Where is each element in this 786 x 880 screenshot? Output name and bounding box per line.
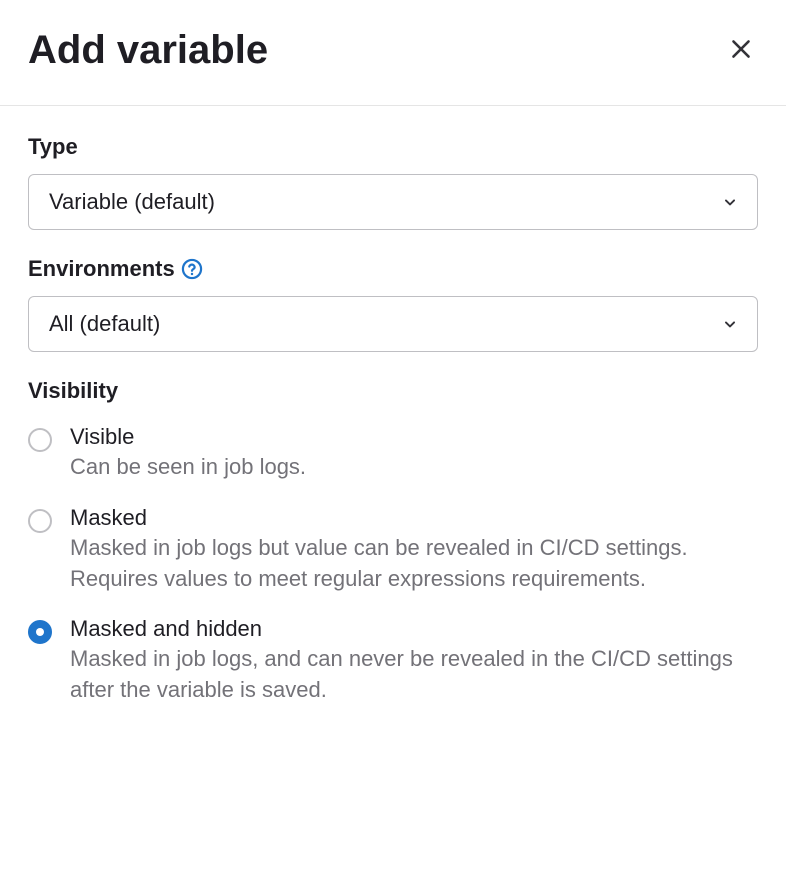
type-label: Type [28,134,758,160]
radio-content: Visible Can be seen in job logs. [70,424,758,483]
radio-description: Can be seen in job logs. [70,452,758,483]
visibility-label: Visibility [28,378,758,404]
visibility-option-visible[interactable]: Visible Can be seen in job logs. [28,424,758,483]
modal-body: Type Variable (default) Environments [0,106,786,760]
radio-icon [28,428,52,452]
visibility-field-group: Visibility Visible Can be seen in job lo… [28,378,758,706]
visibility-option-masked[interactable]: Masked Masked in job logs but value can … [28,505,758,595]
environments-label-text: Environments [28,256,175,282]
environments-field-group: Environments All (default) [28,256,758,352]
type-select-wrapper: Variable (default) [28,174,758,230]
help-icon[interactable] [181,258,203,280]
modal-header: Add variable [0,0,786,106]
radio-title: Masked [70,505,758,531]
modal-title: Add variable [28,28,268,73]
radio-content: Masked Masked in job logs but value can … [70,505,758,595]
radio-title: Masked and hidden [70,616,758,642]
visibility-option-masked-hidden[interactable]: Masked and hidden Masked in job logs, an… [28,616,758,706]
add-variable-modal: Add variable Type Variable (default) [0,0,786,760]
type-select[interactable]: Variable (default) [28,174,758,230]
close-icon [730,38,752,63]
radio-content: Masked and hidden Masked in job logs, an… [70,616,758,706]
radio-icon [28,509,52,533]
environments-select-wrapper: All (default) [28,296,758,352]
radio-description: Masked in job logs, and can never be rev… [70,644,758,706]
radio-icon [28,620,52,644]
type-field-group: Type Variable (default) [28,134,758,230]
radio-title: Visible [70,424,758,450]
environments-label: Environments [28,256,758,282]
environments-select[interactable]: All (default) [28,296,758,352]
radio-description: Masked in job logs but value can be reve… [70,533,758,595]
close-button[interactable] [724,32,758,69]
visibility-radio-group: Visible Can be seen in job logs. Masked … [28,424,758,706]
